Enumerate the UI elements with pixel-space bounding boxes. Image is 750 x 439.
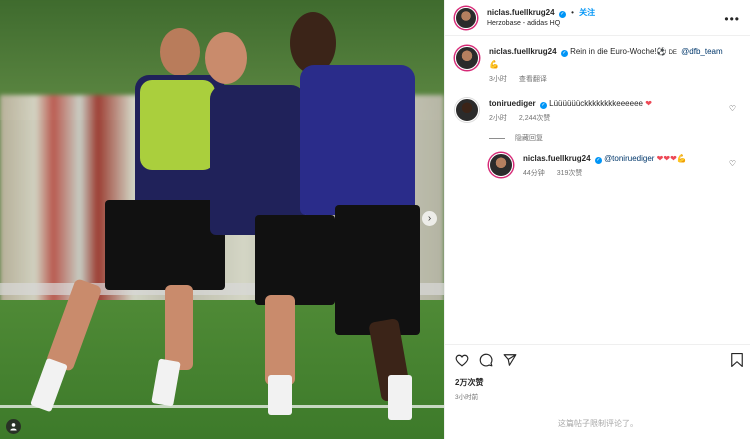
post-header: niclas.fuellkrug24 ✓ • 关注 Herzobase - ad… [445,0,750,36]
more-options-icon[interactable]: ••• [724,12,740,26]
action-icons [455,351,741,369]
flexed-biceps-icon: 💪 [489,60,499,69]
reply-username[interactable]: niclas.fuellkrug24 [523,154,591,163]
flag-label: DE [668,50,677,56]
comment-time: 2小时 [489,115,507,122]
share-icon[interactable] [503,353,517,367]
comment-avatar[interactable] [455,98,479,122]
caption-time: 3小时 [489,76,507,83]
reply-body: niclas.fuellkrug24 ✓ @toniruediger ❤❤❤💪 … [523,153,723,180]
comment-body: toniruediger ✓ Lüüüüüückkkkkkkkeeeeee ❤ … [489,98,729,125]
translate-link[interactable]: 查看翻译 [519,76,547,83]
caption-avatar[interactable] [455,46,479,70]
player-2-shirt [210,85,305,235]
reply-time: 44分钟 [523,170,545,177]
hide-replies-label[interactable]: 隐藏回复 [515,133,543,143]
comments-limited-notice: 这篇帖子限制评论了。 [558,419,638,428]
caption-text: Rein in die Euro-Woche! [570,47,657,56]
comment-username[interactable]: toniruediger [489,99,536,108]
like-icon[interactable] [455,354,469,367]
divider [489,137,505,139]
player-1-shorts [105,200,225,290]
next-photo-button[interactable]: › [422,211,437,226]
player-1-bib [140,80,215,170]
soccer-ball-icon: ⚽ [656,47,667,56]
tagged-users-icon[interactable] [6,419,21,434]
reply-likes[interactable]: 319次赞 [557,170,583,177]
player-2-head [205,32,247,84]
verified-icon: ✓ [558,10,566,18]
author-avatar[interactable] [455,6,477,29]
comment-likes[interactable]: 2,244次赞 [519,115,551,122]
comment-item: toniruediger ✓ Lüüüüüückkkkkkkkeeeeee ❤ … [455,98,740,125]
reply-avatar[interactable] [489,153,513,177]
player-2-sock [268,375,292,415]
comment-icon[interactable] [479,353,493,367]
red-heart-icon: ❤ [645,99,652,108]
reply-mention[interactable]: @toniruediger [604,154,654,163]
photo-pitch-line [0,405,444,408]
hide-replies-toggle[interactable]: 隐藏回复 [489,133,740,143]
player-2-shorts [255,215,335,305]
player-1-head [160,28,200,76]
follow-button[interactable]: 关注 [579,8,595,17]
reply-item: niclas.fuellkrug24 ✓ @toniruediger ❤❤❤💪 … [489,153,740,180]
verified-icon: ✓ [539,102,547,109]
header-text: niclas.fuellkrug24 ✓ • 关注 Herzobase - ad… [487,7,595,29]
instagram-post-modal: › niclas.fuellkrug24 ✓ • 关注 Herzobase - … [0,0,750,439]
like-reply-icon[interactable]: ♡ [729,159,736,168]
player-3-shirt [300,65,415,215]
flexed-biceps-icon: 💪 [676,154,687,163]
post-side-panel: niclas.fuellkrug24 ✓ • 关注 Herzobase - ad… [444,0,750,439]
verified-icon: ✓ [594,157,602,164]
caption-body: niclas.fuellkrug24 ✓ Rein in die Euro-Wo… [489,46,729,86]
person-icon [10,423,17,431]
player-3-shorts [335,205,420,335]
player-3-sock [388,375,412,420]
caption: niclas.fuellkrug24 ✓ Rein in die Euro-Wo… [455,46,740,86]
comments-list: niclas.fuellkrug24 ✓ Rein in die Euro-Wo… [445,36,750,180]
post-time: 3小时前 [455,394,479,401]
caption-mention[interactable]: @dfb_team [681,47,722,56]
bookmark-icon[interactable] [731,353,743,367]
like-comment-icon[interactable]: ♡ [729,104,736,113]
caption-username[interactable]: niclas.fuellkrug24 [489,47,557,56]
location-link[interactable]: Herzobase - adidas HQ [487,18,595,29]
player-1-leg-right [165,285,193,370]
post-photo: › [0,0,444,439]
red-hearts-icon: ❤❤❤ [656,154,677,163]
likes-count[interactable]: 2万次赞 [455,377,741,388]
comment-text: Lüüüüüückkkkkkkkeeeeee [549,99,643,108]
player-2-leg [265,295,295,385]
verified-icon: ✓ [560,50,568,57]
separator-dot: • [571,7,574,17]
author-username[interactable]: niclas.fuellkrug24 [487,8,555,17]
